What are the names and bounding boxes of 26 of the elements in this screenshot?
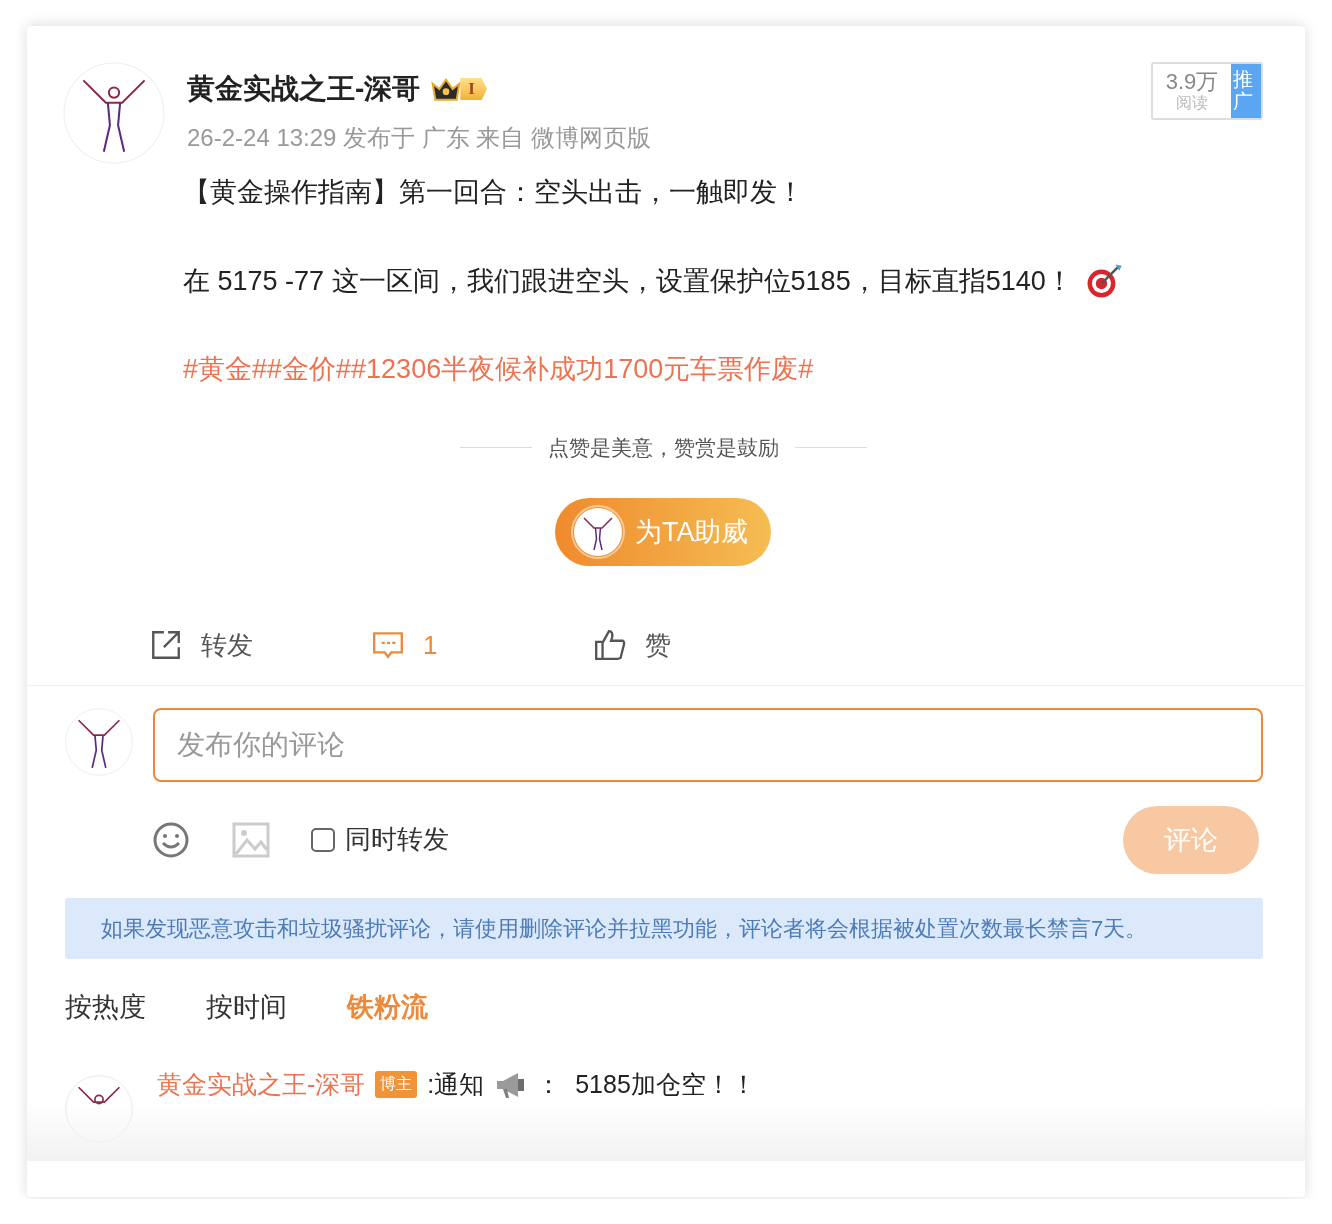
commenter-avatar[interactable] — [65, 1074, 133, 1143]
comment-button[interactable]: 1 — [371, 627, 593, 663]
sort-tab[interactable]: 铁粉流 — [347, 988, 428, 1025]
comment-input[interactable]: 发布你的评论 — [153, 707, 1263, 782]
repost-button[interactable]: 转发 — [149, 627, 371, 663]
level-badge[interactable]: I — [430, 74, 487, 104]
sort-tab[interactable]: 按时间 — [206, 988, 287, 1025]
thumbs-up-icon — [593, 628, 627, 663]
post-text: 【黄金操作指南】第一回合：空头出击，一触即发！ — [183, 176, 804, 209]
author-name[interactable]: 黄金实战之王-深哥 — [187, 70, 421, 108]
sort-tab[interactable]: 按热度 — [65, 988, 146, 1025]
comment-text: ： 5185加仓空！！ — [536, 1069, 756, 1101]
repost-checkbox[interactable]: 同时转发 — [311, 822, 449, 858]
hashtag-links[interactable]: #黄金##金价##12306半夜候补成功1700元车票作废# — [183, 345, 814, 394]
reward-slogan: 点赞是美意，赞赏是鼓励 — [547, 434, 779, 461]
avatar-icon — [571, 504, 625, 559]
avatar[interactable] — [63, 62, 165, 164]
like-button[interactable]: 赞 — [593, 627, 815, 663]
read-count-badge[interactable]: 3.9万 阅读 推广 — [1151, 62, 1263, 120]
comment-text: :通知 — [427, 1069, 485, 1101]
user-avatar — [65, 707, 133, 776]
post-text: 在 5175 -77 这一区间，我们跟进空头，设置保护位5185，目标直指5140！ — [183, 264, 1073, 298]
notice-message: 如果发现恶意攻击和垃圾骚扰评论，请使用删除评论并拉黑功能，评论者将会根据被处置次数最长禁言7天。 — [65, 897, 1263, 959]
author-tag: 博主 — [375, 1071, 418, 1099]
post-meta: 26-2-24 13:29 发布于 广东 来自 微博网页版 — [187, 123, 653, 153]
commenter-name[interactable]: 黄金实战之王-深哥 — [157, 1068, 366, 1102]
